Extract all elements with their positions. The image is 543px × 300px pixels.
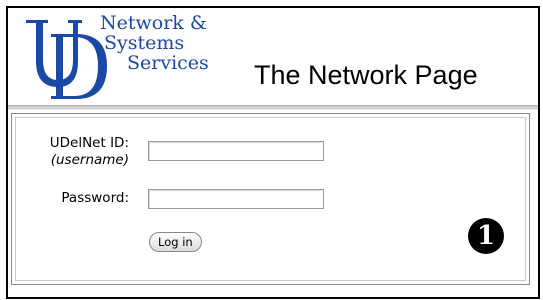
log-in-button[interactable]: Log in — [149, 232, 202, 252]
login-form: UDelNet ID: (username) Password: Log in — [15, 117, 526, 281]
page-header: Network & Systems Services The Network P… — [8, 8, 540, 108]
password-label: Password: — [61, 190, 129, 206]
page-title: The Network Page — [254, 60, 478, 90]
login-panel: UDelNet ID: (username) Password: Log in — [11, 113, 530, 285]
step-marker-badge: 1 — [468, 218, 504, 254]
header-divider — [8, 105, 538, 110]
logo-line-network: Network & — [100, 12, 207, 34]
logo-line-services: Services — [127, 52, 209, 74]
username-sublabel: (username) — [50, 152, 129, 168]
udelnet-id-label-text: UDelNet ID: — [49, 135, 129, 151]
udelnet-id-label: UDelNet ID: (username) — [50, 135, 129, 169]
ud-logo-icon — [26, 20, 107, 99]
logo-line-systems: Systems — [104, 32, 185, 54]
logo-wordmark: Network & Systems Services — [100, 13, 250, 73]
password-input[interactable] — [148, 189, 324, 209]
udelnet-id-input[interactable] — [148, 141, 324, 161]
